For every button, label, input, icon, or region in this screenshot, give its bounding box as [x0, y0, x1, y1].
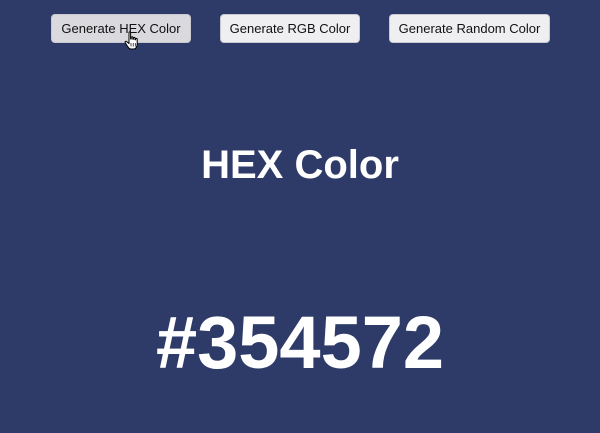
generate-hex-button[interactable]: Generate HEX Color: [51, 14, 191, 43]
color-value: #354572: [155, 301, 445, 384]
generate-random-button[interactable]: Generate Random Color: [389, 14, 550, 43]
color-format-title: HEX Color: [201, 143, 399, 187]
generate-rgb-button[interactable]: Generate RGB Color: [220, 14, 360, 43]
